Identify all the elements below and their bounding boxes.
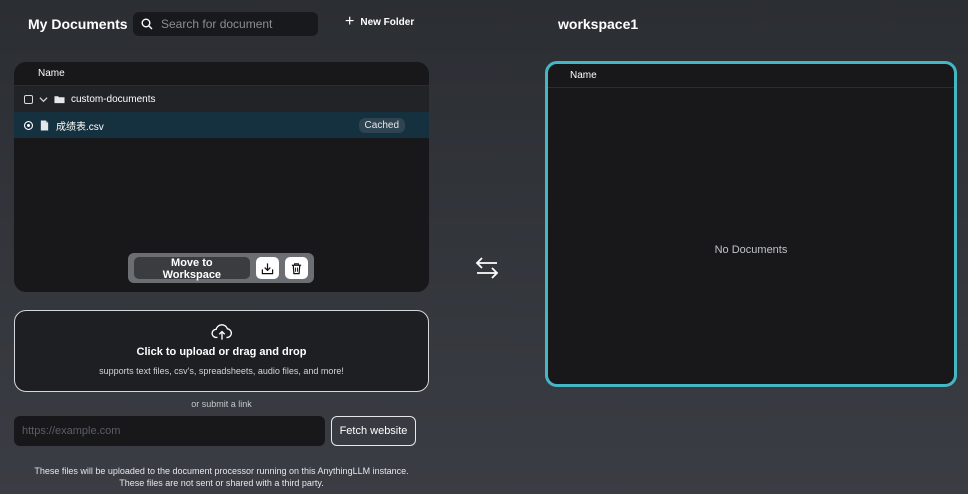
search-input[interactable] <box>161 17 311 31</box>
file-name: 成绩表.csv <box>56 121 104 133</box>
folder-name: custom-documents <box>71 93 156 105</box>
selection-action-bar: Move to Workspace <box>128 253 314 283</box>
download-tray-icon <box>261 262 273 274</box>
swap-arrows-icon[interactable] <box>474 256 500 280</box>
upload-subtitle: supports text files, csv's, spreadsheets… <box>99 366 344 376</box>
save-to-folder-button[interactable] <box>255 257 279 279</box>
empty-state-text: No Documents <box>714 244 788 256</box>
folder-icon <box>54 95 65 103</box>
page-title: My Documents <box>28 16 128 32</box>
search-icon <box>141 18 153 30</box>
file-checkbox[interactable] <box>24 120 33 130</box>
fetch-website-button[interactable]: Fetch website <box>331 416 416 446</box>
delete-button[interactable] <box>284 257 308 279</box>
cloud-upload-icon <box>210 324 232 340</box>
url-input[interactable] <box>14 416 325 446</box>
trash-icon <box>291 262 302 274</box>
new-folder-button[interactable]: + New Folder <box>345 13 415 30</box>
workspace-name-column-header: Name <box>570 70 597 81</box>
file-row[interactable]: 成绩表.csv Cached <box>14 112 429 138</box>
cached-badge: Cached <box>358 118 405 133</box>
new-folder-label: New Folder <box>360 16 415 28</box>
workspace-panel: Name No Documents <box>545 61 957 387</box>
documents-header: Name <box>14 62 429 86</box>
upload-dropzone[interactable]: Click to upload or drag and drop support… <box>14 310 429 392</box>
folder-checkbox[interactable] <box>24 94 33 104</box>
chevron-down-icon[interactable] <box>39 95 48 104</box>
name-column-header: Name <box>38 68 65 79</box>
upload-title: Click to upload or drag and drop <box>136 346 307 358</box>
upload-disclaimer: These files will be uploaded to the docu… <box>0 465 443 489</box>
move-to-workspace-button[interactable]: Move to Workspace <box>134 257 250 281</box>
folder-row[interactable]: custom-documents <box>14 86 429 112</box>
search-box[interactable] <box>133 12 318 36</box>
or-submit-link-text: or submit a link <box>191 399 252 409</box>
workspace-header: Name <box>548 64 954 88</box>
file-icon <box>40 119 49 131</box>
document-manager: My Documents + New Folder workspace1 Nam… <box>0 0 968 494</box>
disclaimer-line-1: These files will be uploaded to the docu… <box>34 466 409 476</box>
plus-icon: + <box>345 13 355 30</box>
disclaimer-line-2: These files are not sent or shared with … <box>119 478 324 488</box>
workspace-title: workspace1 <box>558 16 639 32</box>
